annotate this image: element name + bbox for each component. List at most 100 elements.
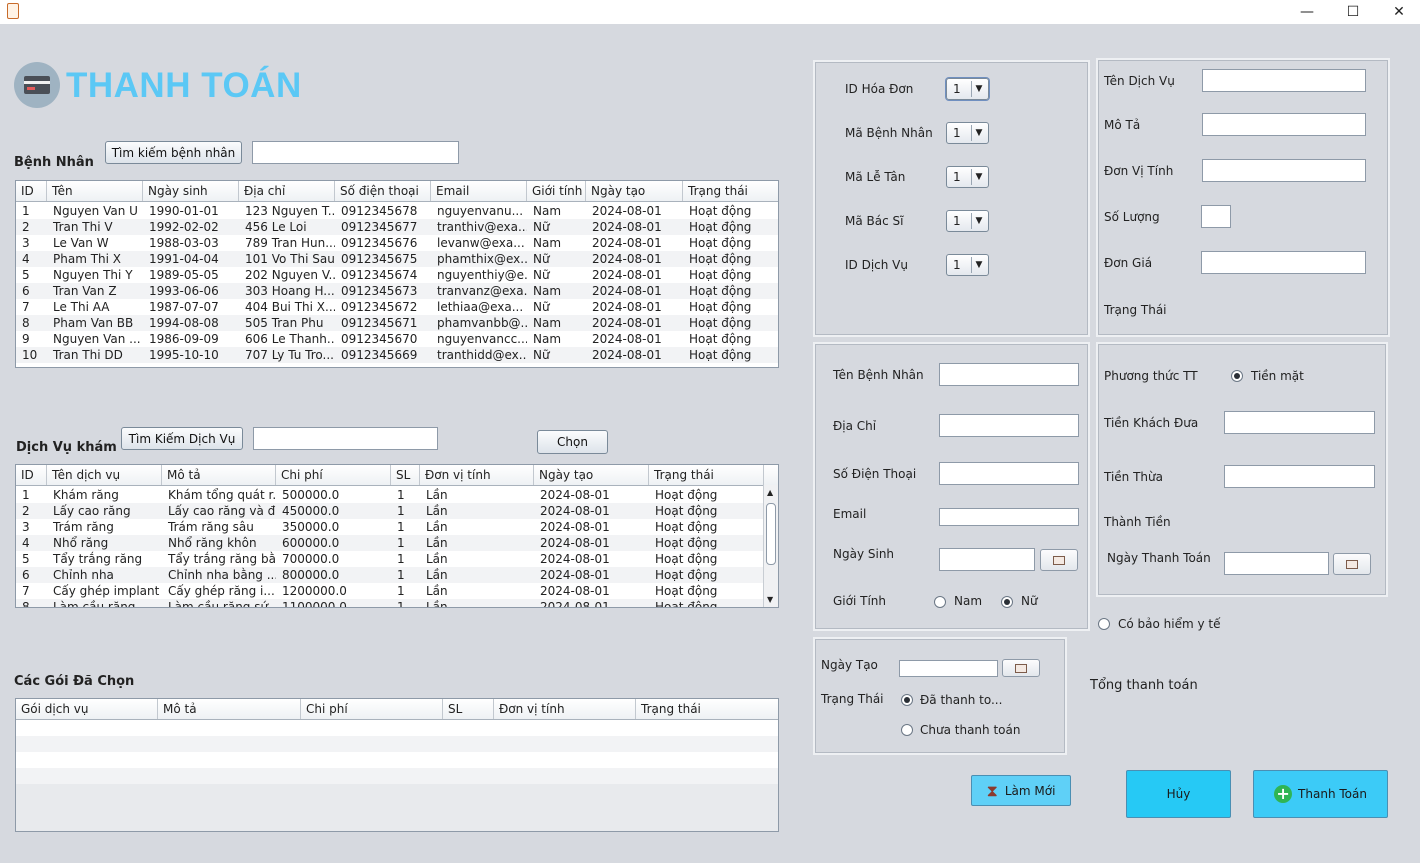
receptionist-id-combo[interactable]: 1 ▼ bbox=[946, 166, 989, 188]
col-header[interactable]: Trạng thái bbox=[636, 699, 778, 719]
col-header[interactable]: Địa chỉ bbox=[239, 181, 335, 201]
table-row[interactable]: 5 Nguyen Thi Y 1989-05-05 202 Nguyen V... 09… bbox=[16, 267, 778, 283]
service-id-combo[interactable]: 1 ▼ bbox=[946, 254, 989, 276]
col-header[interactable]: ID bbox=[16, 181, 47, 201]
table-cell: Lấy cao răng bbox=[53, 504, 131, 518]
cancel-button[interactable]: Hủy bbox=[1126, 770, 1231, 818]
table-row[interactable]: 2 Tran Thi V 1992-02-02 456 Le Loi 091234567… bbox=[16, 219, 778, 235]
col-header[interactable]: Email bbox=[431, 181, 527, 201]
insurance-radio[interactable] bbox=[1098, 618, 1110, 630]
selected-table-header: Gói dịch vụ Mô tả Chi phí SL Đơn vị tính… bbox=[16, 699, 778, 720]
table-cell: Lấy cao răng và đ... bbox=[168, 504, 276, 518]
table-row[interactable]: 6 Chỉnh nha Chỉnh nha bằng ... 800000.0 1 Lần… bbox=[16, 567, 778, 583]
col-header[interactable]: Trạng thái bbox=[649, 465, 764, 485]
table-cell: 1 bbox=[22, 204, 30, 218]
minimize-button[interactable]: — bbox=[1284, 0, 1330, 24]
table-row[interactable]: 10 Tran Thi DD 1995-10-10 707 Ly Tu Tro... 0… bbox=[16, 347, 778, 363]
table-row[interactable]: 1 Nguyen Van U 1990-01-01 123 Nguyen T... 09… bbox=[16, 203, 778, 219]
col-header[interactable]: Giới tính bbox=[527, 181, 586, 201]
table-row[interactable]: 4 Nhổ răng Nhổ răng khôn 600000.0 1 Lần 2024-0… bbox=[16, 535, 778, 551]
patient-dob-field[interactable] bbox=[939, 548, 1035, 571]
patient-address-field[interactable] bbox=[939, 414, 1079, 437]
col-header[interactable]: Mô tả bbox=[158, 699, 301, 719]
table-cell: 202 Nguyen V... bbox=[245, 268, 335, 282]
col-header[interactable]: Đơn vị tính bbox=[494, 699, 636, 719]
choose-service-button[interactable]: Chọn bbox=[537, 430, 608, 454]
change-amount-field[interactable] bbox=[1224, 465, 1375, 488]
table-row[interactable]: 9 Nguyen Van ... 1986-09-09 606 Le Thanh...… bbox=[16, 331, 778, 347]
col-header[interactable]: Đơn vị tính bbox=[420, 465, 534, 485]
col-header[interactable]: SL bbox=[443, 699, 494, 719]
table-row[interactable]: 4 Pham Thi X 1991-04-04 101 Vo Thi Sau 09123… bbox=[16, 251, 778, 267]
table-cell: Hoạt động bbox=[689, 332, 752, 346]
col-header[interactable]: Ngày tạo bbox=[534, 465, 649, 485]
search-patient-input[interactable] bbox=[252, 141, 459, 164]
refresh-button[interactable]: ⧗ Làm Mới bbox=[971, 775, 1071, 806]
col-header[interactable]: SL bbox=[391, 465, 420, 485]
created-date-field[interactable] bbox=[899, 660, 998, 677]
given-amount-field[interactable] bbox=[1224, 411, 1375, 434]
gender-female-radio[interactable] bbox=[1001, 596, 1013, 608]
table-row[interactable]: 3 Le Van W 1988-03-03 789 Tran Hun... 091234… bbox=[16, 235, 778, 251]
calendar-icon[interactable] bbox=[1333, 553, 1371, 575]
table-row[interactable]: 8 Làm cầu răng Làm cầu răng sứ... 1100000.0… bbox=[16, 599, 778, 607]
maximize-button[interactable]: ☐ bbox=[1330, 0, 1376, 24]
col-header[interactable]: Tên dịch vụ bbox=[47, 465, 162, 485]
scroll-up-arrow[interactable]: ▲ bbox=[767, 488, 773, 497]
payment-date-field[interactable] bbox=[1224, 552, 1329, 575]
patient-name-field[interactable] bbox=[939, 363, 1079, 386]
col-header[interactable]: Trạng thái bbox=[683, 181, 778, 201]
table-row[interactable]: 5 Tẩy trắng răng Tẩy trắng răng bằ... 70000… bbox=[16, 551, 778, 567]
search-patient-button[interactable]: Tìm kiếm bệnh nhân bbox=[105, 141, 242, 164]
table-cell: 1987-07-07 bbox=[149, 300, 219, 314]
col-header[interactable]: Gói dịch vụ bbox=[16, 699, 158, 719]
service-name-field[interactable] bbox=[1202, 69, 1366, 92]
table-cell: 2024-08-01 bbox=[540, 584, 610, 598]
cash-radio[interactable] bbox=[1231, 370, 1243, 382]
col-header[interactable]: Ngày tạo bbox=[586, 181, 683, 201]
pay-button[interactable]: + Thanh Toán bbox=[1253, 770, 1388, 818]
col-header[interactable]: Số điện thoại bbox=[335, 181, 431, 201]
gender-male-radio[interactable] bbox=[934, 596, 946, 608]
table-row[interactable]: 2 Lấy cao răng Lấy cao răng và đ... 450000.… bbox=[16, 503, 778, 519]
search-service-button[interactable]: Tìm Kiếm Dịch Vụ bbox=[121, 427, 243, 450]
service-unit-field[interactable] bbox=[1202, 159, 1366, 182]
services-scrollbar[interactable]: ▲ ▼ bbox=[763, 485, 778, 607]
table-row[interactable]: 7 Le Thi AA 1987-07-07 404 Bui Thi X... 0912… bbox=[16, 299, 778, 315]
close-button[interactable]: ✕ bbox=[1376, 0, 1420, 24]
calendar-icon[interactable] bbox=[1040, 549, 1078, 571]
table-row[interactable]: 6 Tran Van Z 1993-06-06 303 Hoang H... 09123… bbox=[16, 283, 778, 299]
calendar-icon[interactable] bbox=[1002, 659, 1040, 677]
table-row[interactable]: 3 Trám răng Trám răng sâu 350000.0 1 Lần 2024-… bbox=[16, 519, 778, 535]
patient-id-combo[interactable]: 1 ▼ bbox=[946, 122, 989, 144]
invoice-id-combo[interactable]: 1 ▼ bbox=[946, 78, 989, 100]
table-cell: 2024-08-01 bbox=[540, 536, 610, 550]
table-cell: nguyenvanu... bbox=[437, 204, 524, 218]
service-desc-field[interactable] bbox=[1202, 113, 1366, 136]
patient-email-field[interactable] bbox=[939, 508, 1079, 526]
service-price-field[interactable] bbox=[1201, 251, 1366, 274]
col-header[interactable]: Ngày sinh bbox=[143, 181, 239, 201]
col-header[interactable]: Chi phí bbox=[301, 699, 443, 719]
scroll-down-arrow[interactable]: ▼ bbox=[767, 595, 773, 604]
scrollbar-thumb[interactable] bbox=[766, 503, 776, 565]
table-cell: 1 bbox=[397, 568, 405, 582]
unpaid-radio[interactable] bbox=[901, 724, 913, 736]
table-cell: Hoạt động bbox=[655, 552, 718, 566]
given-amount-label: Tiền Khách Đưa bbox=[1104, 416, 1199, 430]
paid-radio[interactable] bbox=[901, 694, 913, 706]
table-row[interactable]: 1 Khám răng Khám tổng quát r... 500000.0 1 Lầ… bbox=[16, 487, 778, 503]
table-row[interactable]: 7 Cấy ghép implant Cấy ghép răng i... 12000… bbox=[16, 583, 778, 599]
col-header[interactable]: Mô tả bbox=[162, 465, 276, 485]
doctor-id-combo[interactable]: 1 ▼ bbox=[946, 210, 989, 232]
col-header[interactable]: Chi phí bbox=[276, 465, 391, 485]
table-cell: Lần bbox=[426, 488, 448, 502]
table-row[interactable]: 8 Pham Van BB 1994-08-08 505 Tran Phu 091234… bbox=[16, 315, 778, 331]
service-qty-field[interactable] bbox=[1201, 205, 1231, 228]
table-cell: Nam bbox=[533, 236, 562, 250]
col-header[interactable]: ID bbox=[16, 465, 47, 485]
col-header[interactable]: Tên bbox=[47, 181, 143, 201]
table-cell: Nữ bbox=[533, 252, 550, 266]
search-service-input[interactable] bbox=[253, 427, 438, 450]
patient-phone-field[interactable] bbox=[939, 462, 1079, 485]
